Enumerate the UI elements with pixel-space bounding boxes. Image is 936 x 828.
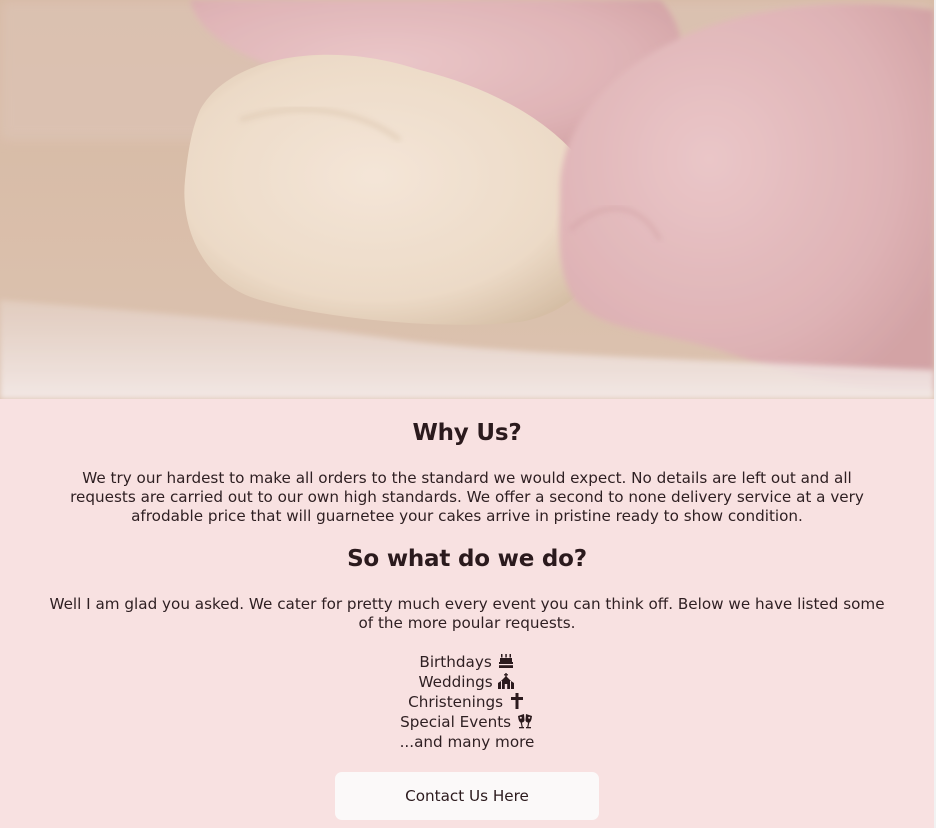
contact-us-button[interactable]: Contact Us Here — [335, 772, 599, 820]
events-list: Birthdays Weddings Christenings Special … — [0, 652, 934, 752]
list-item: Birthdays — [0, 652, 934, 672]
event-label: Special Events — [400, 713, 512, 731]
why-us-text: We try our hardest to make all orders to… — [70, 469, 864, 525]
event-label: Birthdays — [419, 653, 492, 671]
what-we-do-text: Well I am glad you asked. We cater for p… — [49, 595, 885, 632]
event-label: Weddings — [418, 673, 493, 691]
content-section: Why Us? We try our hardest to make all o… — [0, 399, 934, 828]
birthday-cake-icon — [498, 654, 513, 668]
cross-icon — [510, 693, 523, 709]
event-label: ...and many more — [399, 733, 535, 751]
event-label: Christenings — [408, 693, 504, 711]
list-item: Weddings — [0, 672, 934, 692]
dough-photo — [0, 0, 934, 399]
list-item: Christenings — [0, 692, 934, 712]
wedding-chapel-icon — [498, 673, 515, 689]
list-item: Special Events — [0, 712, 934, 732]
clinking-glasses-icon — [517, 714, 532, 729]
hero-image — [0, 0, 934, 399]
page: Why Us? We try our hardest to make all o… — [0, 0, 936, 828]
list-item: ...and many more — [0, 732, 934, 752]
why-us-heading: Why Us? — [412, 420, 522, 446]
what-we-do-heading: So what do we do? — [347, 546, 587, 572]
